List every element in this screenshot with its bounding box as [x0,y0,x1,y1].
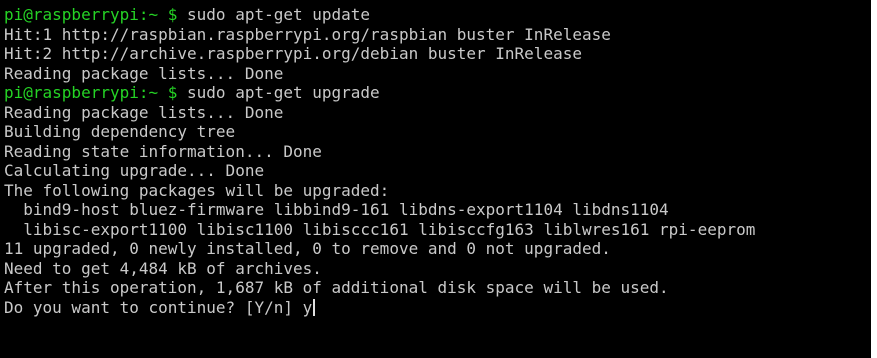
terminal-line-command: pi@raspberrypi:~ $ sudo apt-get update [4,5,871,25]
terminal-line-output: Hit:1 http://raspbian.raspberrypi.org/ra… [4,24,611,44]
terminal-line-output: Building dependency tree [4,122,236,141]
terminal-line-output: Reading package lists... Done [4,102,284,122]
terminal-line-output: The following packages will be upgraded: [4,180,390,200]
shell-prompt: pi@raspberrypi:~ $ [4,5,178,24]
terminal-line-command: pi@raspberrypi:~ $ sudo apt-get upgrade [4,83,871,103]
terminal-line-output: Need to get 4,484 kB of archives. [4,258,322,278]
terminal-line-input[interactable]: Do you want to continue? [Y/n] y [4,298,871,318]
terminal-window[interactable]: pi@raspberrypi:~ $ sudo apt-get update H… [0,0,871,358]
continue-prompt-text: Do you want to continue? [Y/n] y [4,297,313,317]
terminal-line-output: Hit:2 http://archive.raspberrypi.org/deb… [4,44,582,63]
terminal-line-output: bind9-host bluez-firmware libbind9-161 l… [4,200,669,219]
terminal-line-output: Reading package lists... Done [4,63,284,83]
command-text: sudo apt-get upgrade [177,83,380,102]
terminal-line-output: Calculating upgrade... Done [4,161,265,180]
terminal-line-output: libisc-export1100 libisc1100 libisccc161… [4,219,756,239]
command-text: sudo apt-get update [177,5,371,24]
terminal-line-output: 11 upgraded, 0 newly installed, 0 to rem… [4,239,611,258]
text-cursor [313,298,316,316]
terminal-line-output: After this operation, 1,687 kB of additi… [4,278,669,297]
shell-prompt: pi@raspberrypi:~ $ [4,83,178,102]
terminal-line-output: Reading state information... Done [4,141,322,161]
